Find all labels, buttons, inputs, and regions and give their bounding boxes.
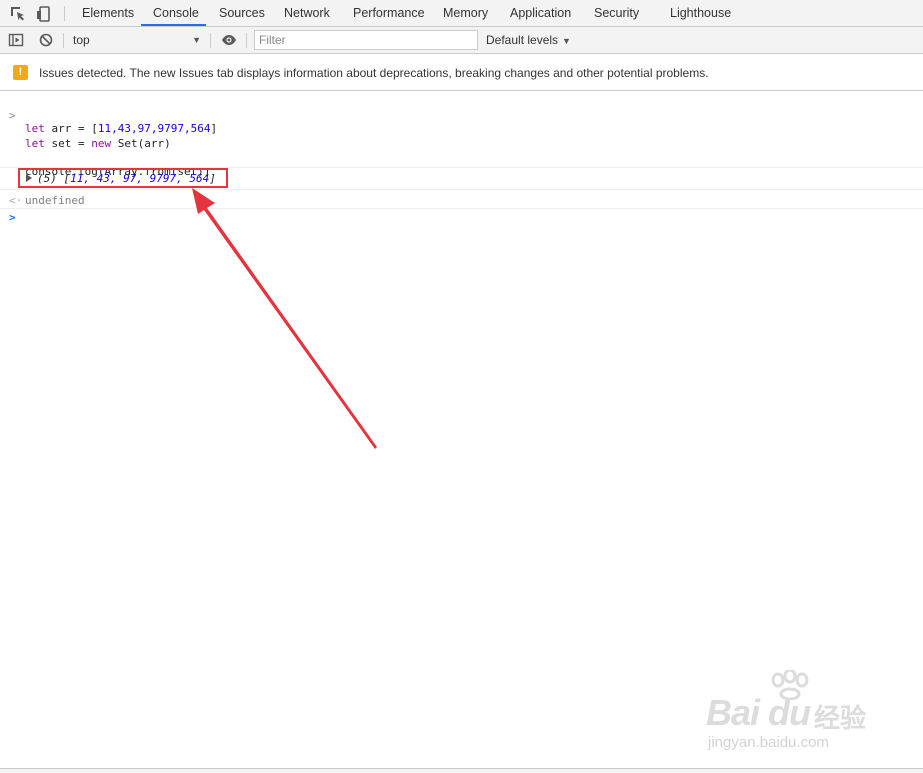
- watermark-cn: 经验: [814, 703, 867, 733]
- watermark-brand: Bai du: [706, 692, 811, 733]
- watermark-url: jingyan.baidu.com: [708, 734, 829, 751]
- baidu-watermark: Bai du 经验 jingyan.baidu.com: [706, 670, 876, 751]
- annotation-arrow: [192, 188, 377, 449]
- drawer-edge: [0, 768, 923, 773]
